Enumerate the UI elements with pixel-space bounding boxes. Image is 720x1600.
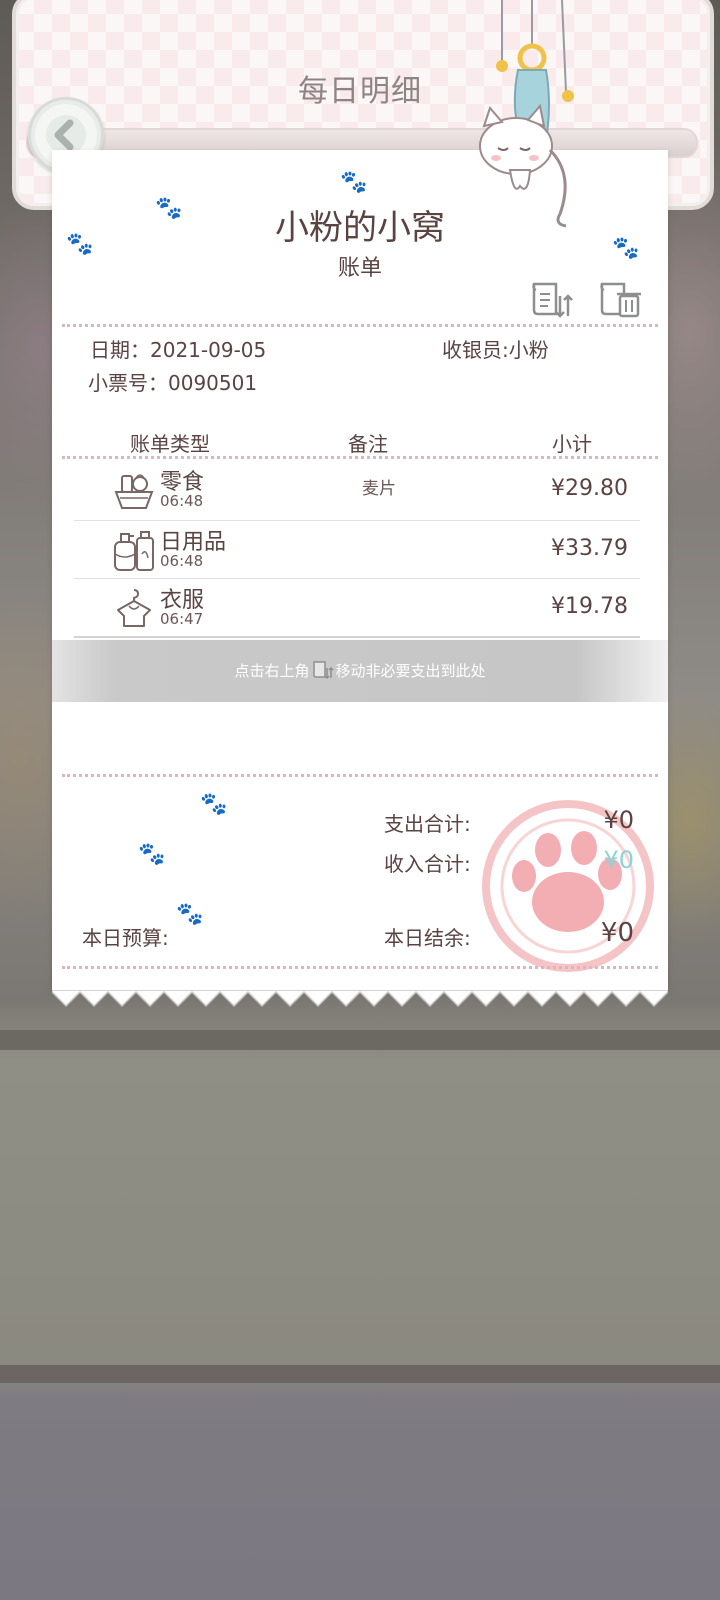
row-time: 06:48 [160,552,204,570]
daily-balance-value: ¥0 [600,918,634,948]
row-amount: ¥19.78 [551,594,628,619]
column-header-note: 备注 [348,432,388,456]
row-amount: ¥33.79 [551,536,628,561]
cashier-value: 小粉 [508,338,549,362]
shop-name: 小粉的小窝 [275,208,445,248]
row-time: 06:48 [160,492,204,510]
sort-receipt-button[interactable] [530,280,574,320]
expense-total-label: 支出合计: [384,812,471,836]
column-header-type: 账单类型 [130,432,210,456]
ticket-label: 小票号： [88,371,168,395]
date-label: 日期： [90,338,150,362]
expense-total-value: ¥0 [603,806,634,834]
column-header-subtotal: 小计 [552,432,592,456]
background-shelf [0,1030,720,1050]
divider [62,456,658,459]
date-value: 2021-09-05 [150,338,267,362]
page-title: 每日明细 [298,74,422,109]
row-note: 麦片 [362,479,396,499]
divider [62,966,658,969]
daily-balance-label: 本日结余: [384,926,471,950]
hint-text: 点击右上角 移动非必要支出到此处 [52,660,668,681]
hanging-cat-illustration [479,0,574,228]
hint-text-before: 点击右上角 [234,662,310,680]
receipt-sort-icon [312,661,334,680]
income-total-label: 收入合计: [384,852,471,876]
receipt-sort-icon [532,282,573,318]
row-divider [74,578,640,579]
daily-budget-label: 本日预算: [82,926,169,950]
ticket-row: 小票号：0090501 [88,367,257,396]
date-row: 日期：2021-09-05 [90,334,266,363]
paw-print-icon: 🐾 [138,842,166,867]
daily-goods-bottle-icon [114,531,154,571]
paw-print-icon: 🐾 [200,792,228,817]
bill-label: 账单 [337,256,382,281]
receipt-trash-icon [600,282,641,318]
row-time: 06:47 [160,610,204,628]
snack-basket-icon [114,474,154,509]
background-shelf-lower [0,1365,720,1383]
income-total-value: ¥0 [603,846,634,874]
divider [62,774,658,777]
row-amount: ¥29.80 [551,476,628,501]
cashier-row: 收银员:小粉 [442,334,549,363]
divider [62,324,658,327]
table-row[interactable]: 衣服 06:47 ¥19.78 [74,580,640,638]
table-row[interactable]: 日用品 06:48 ¥33.79 [74,522,640,580]
row-divider [74,636,640,638]
clothes-hanger-icon [117,589,151,627]
drop-zone-hint-bar[interactable]: 点击右上角 移动非必要支出到此处 [52,640,668,702]
delete-receipt-button[interactable] [598,280,642,320]
hint-text-after: 移动非必要支出到此处 [335,662,486,680]
paw-print-icon: 🐾 [340,170,368,195]
paw-print-icon: 🐾 [176,902,204,927]
ticket-value: 0090501 [168,371,258,395]
row-divider [74,520,640,521]
receipt-torn-edge [52,990,668,1008]
cashier-label: 收银员: [442,338,509,362]
table-row[interactable]: 零食 06:48 麦片 ¥29.80 [74,462,640,520]
